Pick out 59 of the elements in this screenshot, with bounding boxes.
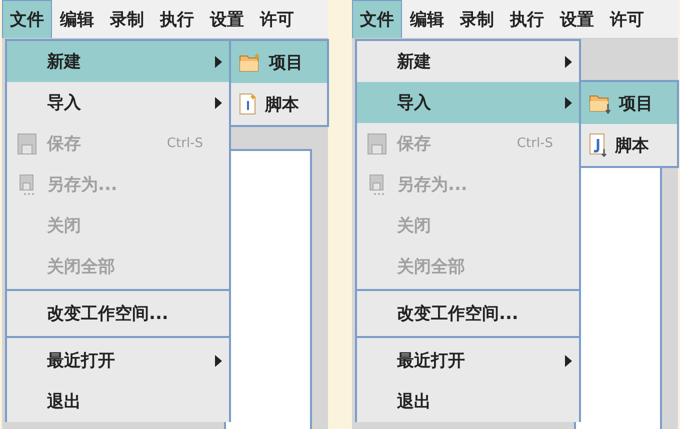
menu-item-label: 关闭全部 bbox=[47, 256, 116, 278]
menu-item[interactable]: 最近打开 bbox=[357, 340, 579, 381]
menu-item-label: 导入 bbox=[397, 92, 432, 114]
menu-item-label: 保存 bbox=[397, 133, 432, 155]
submenu-item[interactable]: 项目 bbox=[231, 41, 327, 83]
menu-bar-item[interactable]: 文件 bbox=[352, 0, 402, 38]
menu-item-label: 最近打开 bbox=[397, 350, 466, 372]
submenu-item-label: 脚本 bbox=[265, 94, 299, 116]
menu-bar-item[interactable]: 设置 bbox=[552, 0, 602, 38]
menu-item[interactable]: 退出 bbox=[357, 381, 579, 422]
menu-item-label: 关闭全部 bbox=[397, 256, 466, 278]
menu-item-label: 最近打开 bbox=[47, 350, 116, 372]
menu-item[interactable]: 退出 bbox=[7, 381, 229, 422]
submenu-item[interactable]: 脚本 bbox=[231, 83, 327, 125]
menu-item-label: 关闭 bbox=[397, 215, 432, 237]
shortcut-label: Ctrl-S bbox=[516, 136, 554, 151]
menu-bar-item[interactable]: 编辑 bbox=[402, 0, 452, 38]
submenu-arrow-icon bbox=[564, 354, 572, 366]
submenu-item-label: 项目 bbox=[619, 92, 653, 114]
menu-bar-item[interactable]: 编辑 bbox=[52, 0, 102, 38]
submenu-item-label: 脚本 bbox=[615, 134, 649, 156]
menu-item-label: 保存 bbox=[47, 133, 82, 155]
shortcut-label: Ctrl-S bbox=[166, 136, 204, 151]
submenu-arrow-icon bbox=[564, 56, 572, 68]
submenu-item[interactable]: 脚本 bbox=[581, 124, 677, 166]
menu-item-label: 改变工作空间... bbox=[397, 303, 520, 325]
menu-item[interactable]: 改变工作空间... bbox=[7, 293, 229, 334]
menu-item[interactable]: 改变工作空间... bbox=[357, 293, 579, 334]
submenu-item[interactable]: 项目 bbox=[581, 82, 677, 124]
folder-icon bbox=[239, 52, 261, 72]
submenu-item-label: 项目 bbox=[269, 52, 303, 74]
menu-bar-item[interactable]: 许可 bbox=[252, 0, 302, 38]
script-file-icon bbox=[239, 93, 257, 115]
submenu-arrow-icon bbox=[214, 96, 222, 108]
menu-item-label: 导入 bbox=[47, 92, 82, 114]
menu-item-label: 新建 bbox=[47, 51, 82, 73]
menu-item-label: 另存为... bbox=[397, 174, 468, 196]
submenu-arrow-icon bbox=[564, 96, 572, 108]
menu-bar-item[interactable]: 录制 bbox=[452, 0, 502, 38]
menu-item[interactable]: 新建 bbox=[357, 41, 579, 82]
menu-item-label: 退出 bbox=[47, 391, 82, 413]
floppy-disk-icon bbox=[367, 174, 387, 196]
menu-item-label: 退出 bbox=[397, 391, 432, 413]
menu-bar-item[interactable]: 文件 bbox=[2, 0, 52, 38]
menu-bar-item[interactable]: 执行 bbox=[502, 0, 552, 38]
menu-bar-item[interactable]: 设置 bbox=[202, 0, 252, 38]
menu-item-label: 新建 bbox=[397, 51, 432, 73]
menu-item-label: 改变工作空间... bbox=[47, 303, 170, 325]
submenu-arrow-icon bbox=[214, 56, 222, 68]
menu-item-label: 关闭 bbox=[47, 215, 82, 237]
submenu-arrow-icon bbox=[214, 354, 222, 366]
script-file-icon bbox=[589, 133, 607, 157]
menu-item-label: 另存为... bbox=[47, 174, 118, 196]
menu-item[interactable]: 最近打开 bbox=[7, 340, 229, 381]
menu-bar-item[interactable]: 许可 bbox=[602, 0, 652, 38]
menu-item[interactable]: 导入 bbox=[7, 82, 229, 123]
menu-bar-item[interactable]: 录制 bbox=[102, 0, 152, 38]
menu-bar-item[interactable]: 执行 bbox=[152, 0, 202, 38]
floppy-disk-icon bbox=[17, 174, 37, 196]
